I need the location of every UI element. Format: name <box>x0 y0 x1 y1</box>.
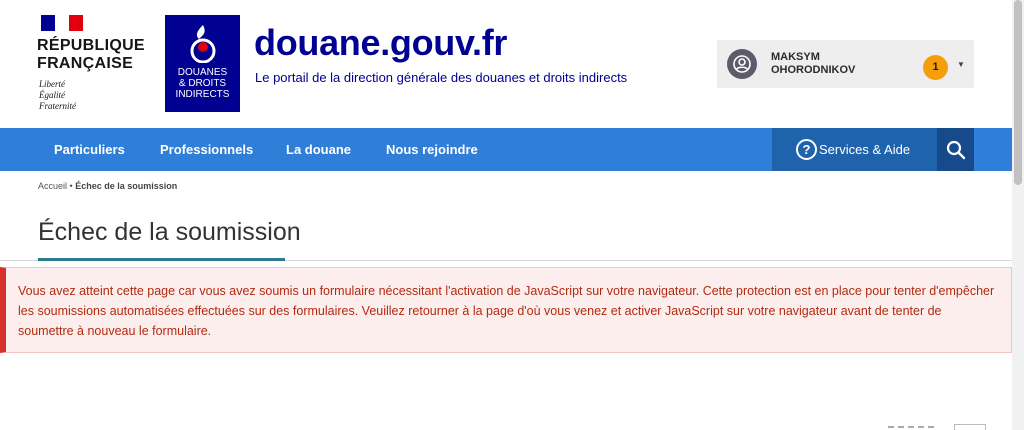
help-circle-icon: ? <box>796 139 817 160</box>
rf-name: RÉPUBLIQUE FRANÇAISE <box>37 37 145 72</box>
notification-badge[interactable]: 1 <box>923 55 948 80</box>
douane-emblem-icon <box>190 25 216 63</box>
user-circle-icon <box>727 49 757 79</box>
scrollbar-thumb[interactable] <box>1014 0 1022 185</box>
breadcrumb-home[interactable]: Accueil <box>38 181 67 191</box>
republique-francaise-logo[interactable]: RÉPUBLIQUE FRANÇAISE Liberté Égalité Fra… <box>37 15 152 115</box>
douane-logo[interactable]: DOUANES & DROITS INDIRECTS <box>165 15 240 112</box>
site-tagline: Le portail de la direction générale des … <box>255 70 628 85</box>
breadcrumb-separator: • <box>69 181 73 191</box>
rf-motto: Liberté Égalité Fraternité <box>39 79 76 111</box>
douane-logo-text: DOUANES & DROITS INDIRECTS <box>175 67 230 100</box>
page-title: Échec de la soumission <box>38 218 301 246</box>
nav-item-la-douane[interactable]: La douane <box>286 128 351 171</box>
site-header: RÉPUBLIQUE FRANÇAISE Liberté Égalité Fra… <box>0 0 1012 128</box>
search-icon <box>946 140 966 160</box>
services-aide-label: Services & Aide <box>819 142 911 157</box>
marianne-flag-icon <box>41 15 83 31</box>
error-alert-text: Vous avez atteint cette page car vous av… <box>18 284 995 338</box>
title-accent-bar <box>38 258 285 261</box>
bottom-control-fragment[interactable] <box>954 424 986 430</box>
services-aide-button[interactable]: ? Services & Aide <box>772 128 937 171</box>
nav-item-professionnels[interactable]: Professionnels <box>160 128 253 171</box>
breadcrumb: Accueil • Échec de la soumission <box>38 181 177 191</box>
chevron-down-icon[interactable]: ▼ <box>957 60 965 69</box>
pagination-fragment <box>888 426 938 428</box>
site-title[interactable]: douane.gouv.fr <box>254 22 507 64</box>
error-alert: Vous avez atteint cette page car vous av… <box>0 267 1012 353</box>
user-name: MAKSYM OHORODNIKOV <box>771 51 856 76</box>
search-button[interactable] <box>937 128 974 171</box>
nav-item-particuliers[interactable]: Particuliers <box>54 128 125 171</box>
breadcrumb-current: Échec de la soumission <box>75 181 178 191</box>
main-navigation: Particuliers Professionnels La douane No… <box>0 128 1012 171</box>
nav-item-nous-rejoindre[interactable]: Nous rejoindre <box>386 128 478 171</box>
